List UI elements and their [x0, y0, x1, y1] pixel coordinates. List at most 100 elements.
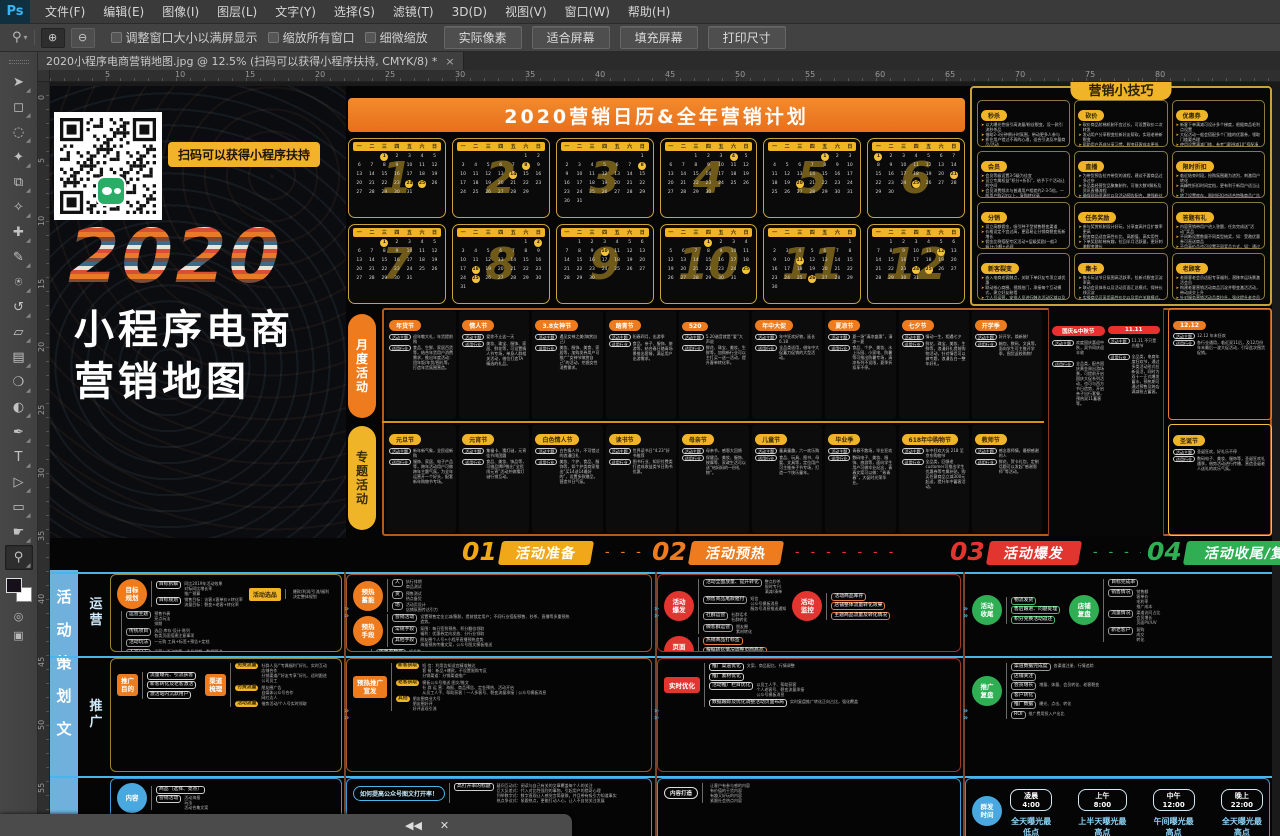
- weekday-label: 二: [781, 143, 794, 150]
- type-tool[interactable]: T◢: [5, 445, 33, 470]
- calendar-day: 1: [690, 152, 703, 161]
- calendar-day: 28: [561, 274, 574, 283]
- menu-item-1[interactable]: 编辑(E): [94, 0, 153, 24]
- day-number: 11: [613, 248, 621, 256]
- pen-tool[interactable]: ✒◢: [5, 420, 33, 445]
- calendar-day: 22: [844, 265, 857, 274]
- day-number: 30: [717, 275, 725, 283]
- day-number: 20: [613, 180, 621, 188]
- timeline-note: 全天曝光最低点: [1010, 816, 1052, 836]
- shape-tool[interactable]: ▭◢: [5, 495, 33, 520]
- palette-grip[interactable]: [9, 60, 29, 64]
- calendar-day: 29: [702, 274, 715, 283]
- checkbox-icon[interactable]: [268, 32, 279, 43]
- day-number: 12: [808, 257, 816, 265]
- calendar-day: 4: [768, 161, 781, 170]
- quick-mask-icon[interactable]: ◎: [14, 610, 24, 623]
- calendar-weekday-header: 一二三四五六日: [665, 142, 753, 151]
- calendar-day: 25: [611, 265, 624, 274]
- option-checkbox-2[interactable]: 细微缩放: [365, 29, 428, 46]
- calendar-day: 15: [819, 170, 832, 179]
- branch-item: 曝光、点击、转化: [1039, 701, 1071, 706]
- calendar-day: 12: [922, 161, 935, 170]
- gradient-tool[interactable]: ▤◢: [5, 345, 33, 370]
- menu-item-3[interactable]: 图层(L): [208, 0, 266, 24]
- option-button-2[interactable]: 填充屏幕: [620, 26, 698, 49]
- theme-line: 活动主题集福卡、猜灯谜，元宵佳节闹团圆: [462, 448, 526, 458]
- path-select-tool[interactable]: ▷◢: [5, 470, 33, 495]
- branch-label: 活动全面放量、提升转化: [703, 579, 762, 587]
- rewind-icon[interactable]: ◀◀: [405, 819, 422, 832]
- menu-item-0[interactable]: 文件(F): [36, 0, 94, 24]
- calendar-weekday-header: 一二三四五六日: [561, 142, 649, 151]
- history-brush-tool[interactable]: ↺◢: [5, 295, 33, 320]
- side-label-char: 划: [56, 685, 71, 706]
- dodge-tool[interactable]: ◐◢: [5, 395, 33, 420]
- weekday-label: 三: [482, 143, 495, 150]
- tip-text: 会员消费频次与普通用户相差约2-3-5倍，一般用户购2次以上，复购转化高: [985, 188, 1066, 198]
- menu-item-2[interactable]: 图像(I): [153, 0, 208, 24]
- day-number: 7: [833, 248, 841, 256]
- day-number: 22: [522, 180, 530, 188]
- marquee-tool[interactable]: ◻◢: [5, 95, 33, 120]
- crop-tool[interactable]: ⧉◢: [5, 170, 33, 195]
- close-icon[interactable]: ✕: [440, 819, 449, 832]
- flow-branch: 新老客户复购成交转化: [1108, 627, 1160, 642]
- clone-stamp-tool[interactable]: ⍟◢: [5, 270, 33, 295]
- option-button-0[interactable]: 实际像素: [444, 26, 522, 49]
- zoom-in-mode-button[interactable]: ⊕: [41, 28, 65, 48]
- zoom-tool-preset[interactable]: ⚲ ▾: [6, 30, 35, 45]
- calendar-day: 21: [806, 179, 819, 188]
- screen-mode-icon[interactable]: ▣: [13, 629, 23, 642]
- calendar-day: 19: [482, 265, 495, 274]
- lasso-tool[interactable]: ◌◢: [5, 120, 33, 145]
- menu-item-4[interactable]: 文字(Y): [266, 0, 325, 24]
- calendar-day: 29: [844, 274, 857, 283]
- bullet-arrow-icon: ➤: [1176, 122, 1179, 132]
- poster-title: 小程序电商 营销地图: [74, 304, 294, 408]
- option-button-1[interactable]: 适合屏幕: [532, 26, 610, 49]
- option-button-3[interactable]: 打印尺寸: [708, 26, 786, 49]
- day-number: 16: [887, 171, 895, 179]
- industry-tag: 适用行业: [682, 345, 704, 351]
- theme-line: 活动主题感念恩师情，最想感谢的人: [975, 448, 1039, 458]
- option-checkbox-0[interactable]: 调整窗口大小以满屏显示: [111, 29, 258, 46]
- menu-item-5[interactable]: 选择(S): [325, 0, 384, 24]
- menu-item-9[interactable]: 窗口(W): [556, 0, 619, 24]
- hand-tool[interactable]: ☛◢: [5, 520, 33, 545]
- document-tab[interactable]: 2020小程序电商营销地图.jpg @ 12.5% (扫码可以获得小程序扶持, …: [38, 52, 464, 70]
- document-canvas[interactable]: 扫码可以获得小程序扶持 2020 小程序电商 营销地图 2020营销日历&全年营…: [50, 82, 1280, 836]
- blur-tool[interactable]: ❍◢: [5, 370, 33, 395]
- move-tool[interactable]: ➤◢: [5, 70, 33, 95]
- brush-tool[interactable]: ✎◢: [5, 245, 33, 270]
- eyedropper-tool[interactable]: ✧◢: [5, 195, 33, 220]
- quick-selection-tool[interactable]: ✦◢: [5, 145, 33, 170]
- eraser-tool[interactable]: ▱◢: [5, 320, 33, 345]
- weekday-label: 日: [947, 229, 960, 236]
- checkbox-icon[interactable]: [111, 32, 122, 43]
- day-number: 13: [821, 257, 829, 265]
- calendar-day: 23: [831, 179, 844, 188]
- side-label-char: 动: [56, 619, 71, 640]
- menu-item-7[interactable]: 3D(D): [443, 0, 496, 24]
- color-swatches[interactable]: [6, 578, 32, 602]
- menu-item-8[interactable]: 视图(V): [496, 0, 556, 24]
- option-checkbox-1[interactable]: 缩放所有窗口: [268, 29, 355, 46]
- day-number: 17: [912, 257, 920, 265]
- flow-group: 运营主题预售节奏亮点玩法排期传统项目选品·库存·设计·陈列各类页面搭建注意事项活…: [117, 611, 222, 652]
- menu-item-6[interactable]: 滤镜(T): [384, 0, 443, 24]
- tab-close-icon[interactable]: ×: [445, 55, 454, 68]
- menu-item-10[interactable]: 帮助(H): [619, 0, 679, 24]
- healing-brush-tool[interactable]: ✚◢: [5, 220, 33, 245]
- zoom-tool[interactable]: ⚲◢: [5, 545, 33, 570]
- calendar-day: 6: [947, 238, 960, 247]
- tip-line: ➤大促活动一般会搭配多个门槛的优惠券，领取门槛要合理: [1176, 132, 1261, 142]
- industry-tag: 适用行业: [462, 459, 484, 465]
- theme-text: 年中狂欢大促 218 至京东购物节: [926, 448, 966, 458]
- foreground-color-swatch[interactable]: [6, 578, 22, 593]
- zoom-out-mode-button[interactable]: ⊖: [71, 28, 95, 48]
- checkbox-icon[interactable]: [365, 32, 376, 43]
- day-number: 22: [575, 266, 583, 274]
- weekday-label: 五: [819, 143, 832, 150]
- day-number: 10: [405, 162, 413, 170]
